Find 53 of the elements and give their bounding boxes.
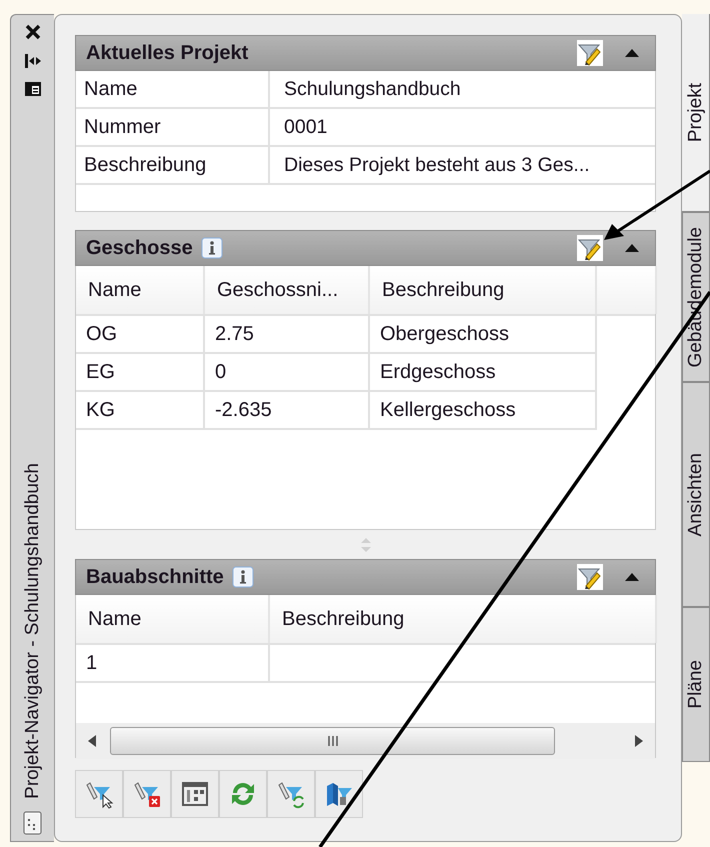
section-title: Geschosse (86, 236, 193, 260)
table-cell[interactable]: EG (76, 354, 205, 392)
collapse-icon[interactable] (625, 573, 639, 581)
table-cell[interactable]: KG (76, 392, 205, 430)
grip-icon (326, 735, 338, 747)
toolbar-button[interactable] (171, 770, 219, 818)
collapse-icon[interactable] (625, 244, 639, 252)
splitter-grip-icon[interactable] (360, 536, 372, 554)
table-cell[interactable]: 1 (76, 645, 270, 683)
tab[interactable]: Pläne (682, 607, 710, 762)
table-cell[interactable]: Obergeschoss (370, 316, 597, 354)
info-icon[interactable] (200, 237, 223, 259)
filter-edit-icon[interactable] (577, 235, 603, 261)
property-value[interactable]: 0001 (270, 109, 655, 145)
column-header[interactable]: Name (76, 595, 270, 643)
filter-edit-icon[interactable] (577, 40, 603, 66)
section-title: Aktuelles Projekt (86, 42, 248, 64)
properties-icon[interactable] (24, 81, 42, 97)
property-label: Name (76, 71, 270, 107)
close-icon[interactable] (24, 23, 42, 41)
auto-hide-icon[interactable] (24, 53, 42, 69)
scroll-right-icon[interactable] (635, 735, 643, 747)
tab[interactable]: Ansichten (682, 382, 710, 607)
section-title: Bauabschnitte (86, 566, 224, 588)
table-cell[interactable]: 2.75 (205, 316, 370, 354)
table-cell[interactable]: 0 (205, 354, 370, 392)
section-header[interactable]: Bauabschnitte (75, 559, 656, 595)
section-header[interactable]: Geschosse (75, 230, 656, 266)
property-value[interactable]: Dieses Projekt besteht aus 3 Ges... (270, 147, 655, 183)
tab[interactable]: Projekt (682, 14, 710, 212)
property-value[interactable]: Schulungshandbuch (270, 71, 655, 107)
horizontal-scrollbar[interactable] (76, 723, 655, 759)
property-label: Beschreibung (76, 147, 270, 183)
scroll-left-icon[interactable] (88, 735, 96, 747)
table-cell[interactable]: OG (76, 316, 205, 354)
column-header[interactable]: Geschossni... (205, 266, 370, 314)
column-header[interactable]: Beschreibung (370, 266, 597, 314)
tab[interactable]: Gebäudemodule (682, 212, 710, 382)
toolbar-button[interactable] (315, 770, 363, 818)
scroll-thumb[interactable] (110, 727, 555, 755)
filter-edit-icon[interactable] (577, 564, 603, 590)
table-cell[interactable]: Kellergeschoss (370, 392, 597, 430)
column-header[interactable]: Beschreibung (270, 595, 657, 643)
property-label: Nummer (76, 109, 270, 145)
table-cell[interactable]: Erdgeschoss (370, 354, 597, 392)
info-icon[interactable] (232, 566, 254, 588)
palette-title: Projekt-Navigator - Schulungshandbuch (22, 463, 44, 799)
table-cell[interactable]: -2.635 (205, 392, 370, 430)
navigator-icon (22, 811, 42, 835)
section-header[interactable]: Aktuelles Projekt (75, 35, 656, 71)
collapse-icon[interactable] (625, 49, 639, 57)
column-header[interactable]: Name (76, 266, 205, 314)
layout-icon (180, 779, 210, 809)
